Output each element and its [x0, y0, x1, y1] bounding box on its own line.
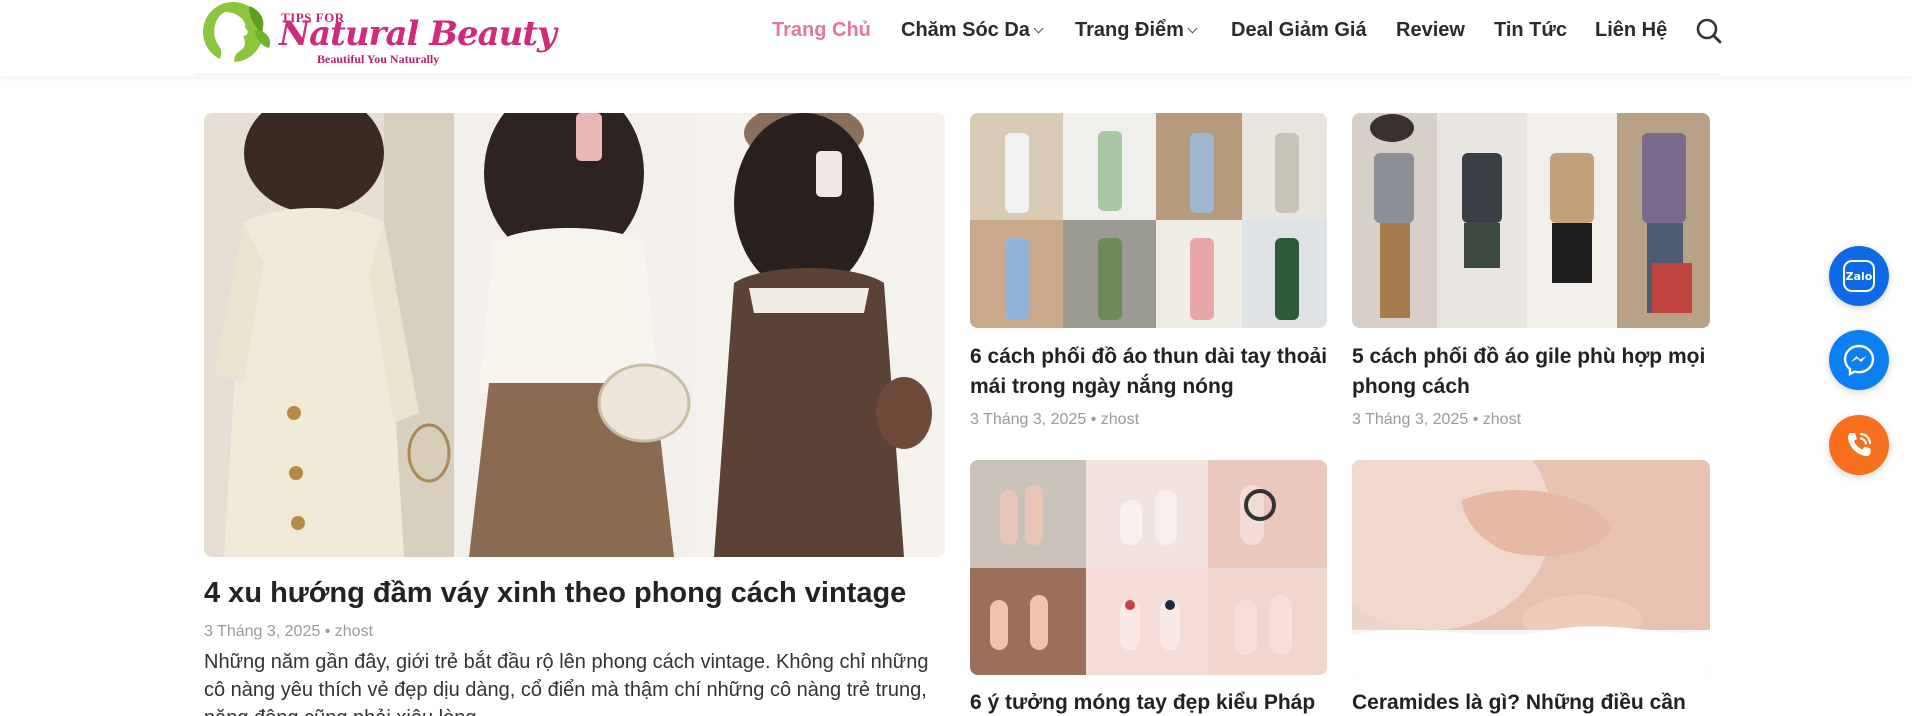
post-image-4[interactable]	[1352, 460, 1710, 675]
post-meta-1: 3 Tháng 3, 2025 • zhost	[970, 411, 1139, 429]
featured-post-meta: 3 Tháng 3, 2025 • zhost	[204, 623, 373, 641]
search-icon	[1696, 18, 1722, 44]
nav-item-label: Chăm Sóc Da	[901, 19, 1030, 41]
post-image-2[interactable]	[1352, 113, 1710, 328]
nav-item-label: Trang Chủ	[772, 19, 871, 41]
phone-icon	[1848, 432, 1872, 456]
post-title-1[interactable]: 6 cách phối đồ áo thun dài tay thoải mái…	[970, 342, 1340, 402]
leaf-face-logo-icon	[203, 2, 271, 64]
nav-item-lien-he[interactable]: Liên Hệ	[1595, 19, 1667, 42]
post-title-2[interactable]: 5 cách phối đồ áo gile phù hợp mọi phong…	[1352, 342, 1722, 402]
nav-item-trang-diem[interactable]: Trang Điểm	[1075, 19, 1198, 42]
nav-item-label: Trang Điểm	[1075, 19, 1184, 41]
chevron-down-icon	[1033, 23, 1044, 34]
header-divider	[195, 74, 1720, 75]
zalo-label: Zalo	[1845, 269, 1873, 283]
chevron-down-icon	[1187, 23, 1198, 34]
messenger-icon	[1843, 344, 1875, 377]
nav-item-label: Deal Giảm Giá	[1231, 19, 1367, 41]
post-date: 3 Tháng 3, 2025	[970, 411, 1087, 428]
featured-post-excerpt: Những năm gần đây, giới trẻ bắt đầu rộ l…	[204, 651, 929, 716]
nav-item-tin-tuc[interactable]: Tin Tức	[1494, 19, 1567, 42]
gile-vest-outfits-photo	[1352, 113, 1710, 328]
post-image-1[interactable]	[970, 113, 1327, 328]
french-nails-photo	[970, 460, 1327, 675]
logo-tagline: Beautiful You Naturally	[317, 52, 440, 66]
phone-contact-button[interactable]	[1829, 415, 1889, 475]
post-date: 3 Tháng 3, 2025	[1352, 411, 1469, 428]
zalo-icon: Zalo	[1843, 260, 1875, 292]
site-header: TIPS FOR Natural Beauty Beautiful You Na…	[0, 0, 1912, 76]
ceramides-skincare-photo	[1352, 460, 1710, 675]
messenger-contact-button[interactable]	[1829, 330, 1889, 390]
nav-item-label: Liên Hệ	[1595, 19, 1668, 41]
logo-brand-text: Natural Beauty	[279, 14, 557, 54]
nav-item-label: Review	[1396, 19, 1465, 41]
vintage-dresses-photo	[204, 113, 945, 557]
site-logo[interactable]: TIPS FOR Natural Beauty Beautiful You Na…	[195, 0, 557, 70]
zalo-contact-button[interactable]: Zalo	[1829, 246, 1889, 306]
nav-item-label: Tin Tức	[1494, 19, 1568, 41]
post-date: 3 Tháng 3, 2025	[204, 623, 321, 640]
post-author[interactable]: zhost	[335, 623, 373, 640]
nav-item-deal-giam-gia[interactable]: Deal Giảm Giá	[1231, 19, 1367, 42]
post-author[interactable]: zhost	[1101, 411, 1139, 428]
meta-separator: •	[1090, 411, 1097, 428]
post-title-3[interactable]: 6 ý tưởng móng tay đẹp kiểu Pháp	[970, 688, 1340, 716]
nav-item-trang-chu[interactable]: Trang Chủ	[772, 19, 871, 42]
meta-separator: •	[1472, 411, 1479, 428]
post-image-3[interactable]	[970, 460, 1327, 675]
nav-item-review[interactable]: Review	[1396, 19, 1465, 42]
nav-item-cham-soc-da[interactable]: Chăm Sóc Da	[901, 19, 1044, 42]
post-title-4[interactable]: Ceramides là gì? Những điều cần	[1352, 688, 1722, 716]
post-author[interactable]: zhost	[1483, 411, 1521, 428]
search-button[interactable]	[1694, 16, 1724, 46]
post-meta-2: 3 Tháng 3, 2025 • zhost	[1352, 411, 1521, 429]
long-sleeve-tshirt-outfits-photo	[970, 113, 1327, 328]
meta-separator: •	[324, 623, 331, 640]
featured-post-image[interactable]	[204, 113, 945, 557]
featured-post-title[interactable]: 4 xu hướng đầm váy xinh theo phong cách …	[204, 575, 964, 611]
